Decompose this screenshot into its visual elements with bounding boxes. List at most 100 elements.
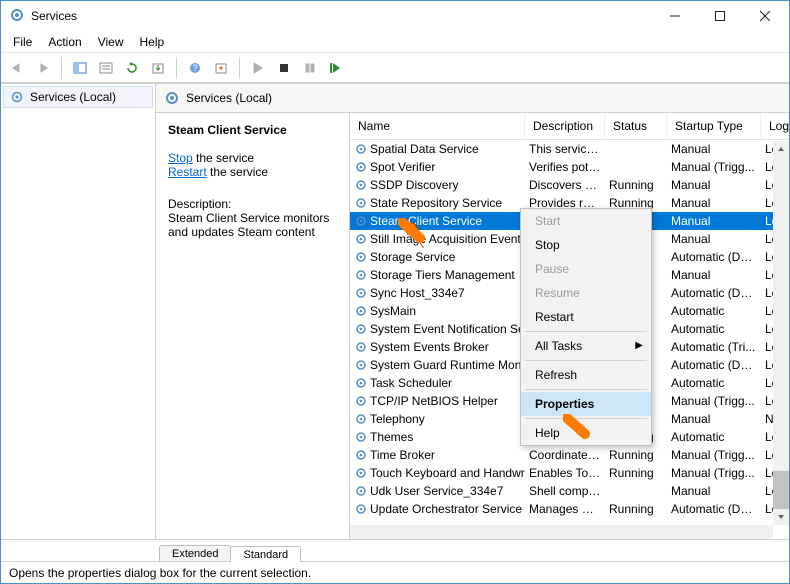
tab-extended[interactable]: Extended <box>159 545 231 561</box>
service-name: SSDP Discovery <box>370 178 458 192</box>
column-logon[interactable]: Log <box>761 113 789 139</box>
service-row[interactable]: Touch Keyboard and HandwritingEnables To… <box>350 464 789 482</box>
service-row[interactable]: Spot Verifier Verifies pote... Manual (Tri… <box>350 158 789 176</box>
action-toolbar-button[interactable] <box>209 56 233 80</box>
scroll-up-button[interactable] <box>773 141 789 157</box>
ctx-refresh[interactable]: Refresh <box>521 363 651 387</box>
service-row[interactable]: Udk User Service_334e7Shell compo...Manu… <box>350 482 789 500</box>
context-menu: Start Stop Pause Resume Restart All Task… <box>520 208 652 446</box>
service-status: Running <box>605 447 667 463</box>
service-status: Running <box>605 177 667 193</box>
service-startup: Manual <box>667 141 761 157</box>
service-startup: Automatic (Tri... <box>667 339 761 355</box>
export-button[interactable] <box>146 56 170 80</box>
navigation-pane[interactable]: Services (Local) <box>1 84 156 539</box>
restart-service-button[interactable] <box>324 56 348 80</box>
service-desc: Shell compo... <box>525 483 605 499</box>
services-window: Services File Action View Help ? <box>0 0 790 584</box>
service-startup: Manual <box>667 411 761 427</box>
ctx-start[interactable]: Start <box>521 209 651 233</box>
restart-link[interactable]: Restart <box>168 165 207 179</box>
menubar: File Action View Help <box>1 31 789 53</box>
titlebar[interactable]: Services <box>1 1 789 31</box>
start-service-button[interactable] <box>246 56 270 80</box>
description-label: Description: <box>168 197 337 211</box>
annotation-arrow-icon <box>563 414 597 448</box>
stop-link[interactable]: Stop <box>168 151 193 165</box>
service-name: SysMain <box>370 304 416 318</box>
svg-text:?: ? <box>192 63 197 73</box>
menu-view[interactable]: View <box>90 33 132 51</box>
service-startup: Manual <box>667 231 761 247</box>
service-startup: Manual (Trigg... <box>667 447 761 463</box>
maximize-button[interactable] <box>697 2 742 30</box>
detail-header: Services (Local) <box>156 84 789 113</box>
app-icon <box>9 7 25 26</box>
tab-standard[interactable]: Standard <box>230 546 301 562</box>
service-name: Still Image Acquisition Events <box>370 232 525 246</box>
minimize-button[interactable] <box>652 2 697 30</box>
stop-service-button[interactable] <box>272 56 296 80</box>
service-name: TCP/IP NetBIOS Helper <box>370 394 498 408</box>
service-name: Sync Host_334e7 <box>370 286 465 300</box>
service-startup: Automatic <box>667 375 761 391</box>
service-startup: Automatic <box>667 303 761 319</box>
ctx-restart[interactable]: Restart <box>521 305 651 329</box>
refresh-button[interactable] <box>120 56 144 80</box>
forward-button[interactable] <box>31 56 55 80</box>
service-startup: Manual (Trigg... <box>667 159 761 175</box>
service-desc: Coordinates ... <box>525 447 605 463</box>
column-description[interactable]: Description <box>525 113 605 139</box>
service-startup: Manual <box>667 213 761 229</box>
service-startup: Automatic <box>667 429 761 445</box>
service-name: Task Scheduler <box>370 376 452 390</box>
service-name: System Events Broker <box>370 340 489 354</box>
column-status[interactable]: Status <box>605 113 667 139</box>
service-name: Spot Verifier <box>370 160 435 174</box>
service-name: Time Broker <box>370 448 435 462</box>
service-name: Touch Keyboard and Handwriting <box>370 466 525 480</box>
service-row[interactable]: SSDP DiscoveryDiscovers ne...RunningManu… <box>350 176 789 194</box>
annotation-arrow-icon <box>398 218 432 252</box>
service-row[interactable]: Spatial Data ServiceThis service i...Man… <box>350 140 789 158</box>
scroll-thumb[interactable] <box>773 471 789 509</box>
vertical-scrollbar[interactable] <box>773 141 789 525</box>
service-startup: Manual (Trigg... <box>667 393 761 409</box>
service-name: Storage Service <box>370 250 455 264</box>
service-name: State Repository Service <box>370 196 502 210</box>
tree-label: Services (Local) <box>30 90 116 104</box>
service-status <box>605 166 667 168</box>
service-name: Udk User Service_334e7 <box>370 484 503 498</box>
service-startup: Manual <box>667 177 761 193</box>
menu-help[interactable]: Help <box>132 33 173 51</box>
service-row[interactable]: Update Orchestrator ServiceManages Wi...… <box>350 500 789 518</box>
scroll-down-button[interactable] <box>773 509 789 525</box>
column-name[interactable]: Name <box>350 113 525 139</box>
service-status: Running <box>605 465 667 481</box>
menu-file[interactable]: File <box>5 33 40 51</box>
ctx-properties[interactable]: Properties <box>521 392 651 416</box>
properties-toolbar-button[interactable] <box>94 56 118 80</box>
show-hide-tree-button[interactable] <box>68 56 92 80</box>
service-desc: Manages Wi... <box>525 501 605 517</box>
ctx-all-tasks[interactable]: All Tasks▶ <box>521 334 651 358</box>
ctx-pause[interactable]: Pause <box>521 257 651 281</box>
description-text: Steam Client Service monitors and update… <box>168 211 337 239</box>
ctx-resume[interactable]: Resume <box>521 281 651 305</box>
service-row[interactable]: Time Broker Coordinates ...RunningManual … <box>350 446 789 464</box>
column-startup[interactable]: Startup Type <box>667 113 761 139</box>
service-startup: Manual (Trigg... <box>667 465 761 481</box>
service-desc: Verifies pote... <box>525 159 605 175</box>
back-button[interactable] <box>5 56 29 80</box>
service-name: Themes <box>370 430 413 444</box>
horizontal-scrollbar[interactable] <box>350 525 773 539</box>
menu-action[interactable]: Action <box>40 33 89 51</box>
close-button[interactable] <box>742 2 787 30</box>
help-toolbar-button[interactable]: ? <box>183 56 207 80</box>
tree-services-local[interactable]: Services (Local) <box>3 86 153 108</box>
services-list[interactable]: Name Description Status Startup Type Log… <box>350 113 789 539</box>
service-startup: Automatic (De... <box>667 501 761 517</box>
statusbar: Opens the properties dialog box for the … <box>1 561 789 583</box>
pause-service-button[interactable] <box>298 56 322 80</box>
ctx-stop[interactable]: Stop <box>521 233 651 257</box>
